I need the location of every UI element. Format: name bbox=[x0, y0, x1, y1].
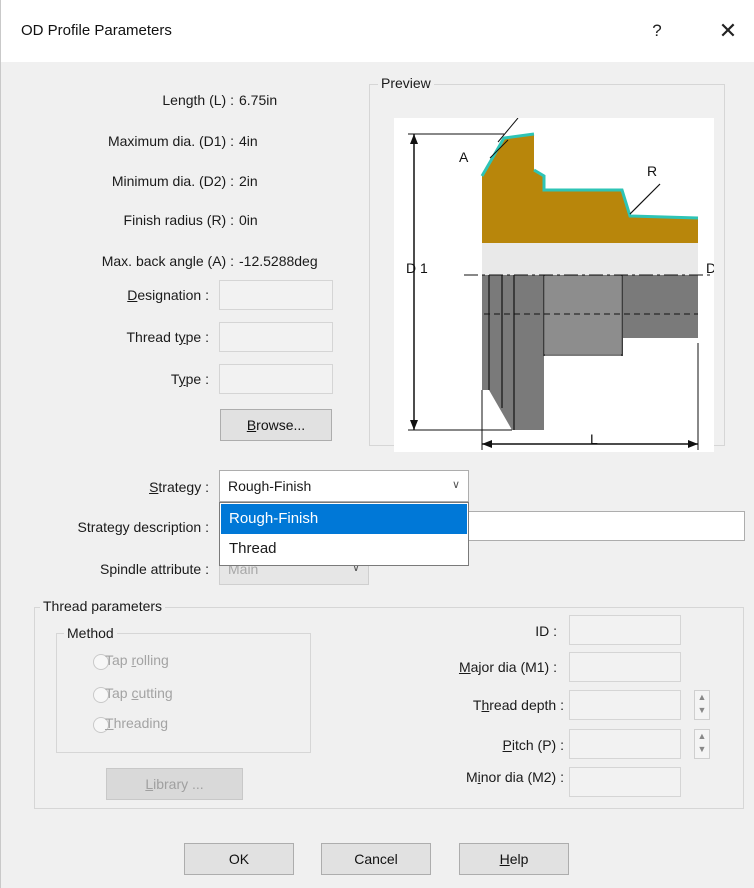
part-highlight bbox=[544, 276, 622, 354]
major-dia-label: Major dia (M1) : bbox=[458, 659, 557, 675]
profile-diagram: A R D 1 D 2 L bbox=[406, 117, 728, 450]
title-bar: OD Profile Parameters ? ✕ bbox=[1, 0, 754, 62]
length-label: Length (L) : bbox=[162, 92, 234, 108]
tap-rolling-label: Tap rolling bbox=[105, 652, 169, 668]
label-a: A bbox=[459, 149, 469, 165]
r-leader bbox=[629, 183, 661, 215]
thread-depth-label: Thread depth : bbox=[472, 697, 564, 713]
close-icon[interactable]: ✕ bbox=[713, 16, 743, 46]
pitch-spinner[interactable]: ▲ ▼ bbox=[694, 729, 710, 759]
thread-type-field[interactable] bbox=[219, 322, 333, 352]
thread-parameters-label: Thread parameters bbox=[40, 598, 166, 614]
finish-radius-value: 0in bbox=[239, 212, 258, 228]
designation-field[interactable] bbox=[219, 280, 333, 310]
preview-label: Preview bbox=[378, 75, 434, 91]
chevron-down-icon: ∨ bbox=[451, 479, 460, 491]
cancel-button[interactable]: Cancel bbox=[321, 843, 431, 875]
finish-radius-label: Finish radius (R) : bbox=[123, 212, 234, 228]
max-dia-value: 4in bbox=[239, 133, 258, 149]
browse-button[interactable]: Browse... bbox=[220, 409, 332, 441]
part-bore bbox=[482, 243, 698, 275]
id-field[interactable] bbox=[569, 615, 681, 645]
designation-label: Designation : bbox=[127, 287, 209, 303]
thread-depth-field[interactable] bbox=[569, 690, 681, 720]
id-label: ID : bbox=[535, 623, 557, 639]
label-d2: D 2 bbox=[706, 260, 714, 276]
preview-image: A R D 1 D 2 L bbox=[394, 117, 728, 452]
help-icon[interactable]: ? bbox=[644, 16, 670, 46]
ok-button[interactable]: OK bbox=[184, 843, 294, 875]
thread-depth-spinner[interactable]: ▲ ▼ bbox=[694, 690, 710, 720]
tap-cutting-label: Tap cutting bbox=[105, 685, 173, 701]
strategy-select[interactable]: Rough-Finish ∨ bbox=[219, 470, 469, 502]
strategy-description-label: Strategy description : bbox=[77, 519, 209, 535]
strategy-label: Strategy : bbox=[149, 479, 209, 495]
strategy-option-thread[interactable]: Thread bbox=[221, 534, 467, 564]
pitch-spin-up-icon[interactable]: ▲ bbox=[695, 730, 709, 743]
od-profile-dialog: OD Profile Parameters ? ✕ Length (L) : 6… bbox=[0, 0, 754, 888]
back-angle-value: -12.5288deg bbox=[239, 253, 318, 269]
pitch-field[interactable] bbox=[569, 729, 681, 759]
length-value: 6.75in bbox=[239, 92, 278, 108]
window-title: OD Profile Parameters bbox=[21, 22, 172, 39]
pitch-spin-down-icon[interactable]: ▼ bbox=[695, 743, 709, 756]
strategy-option-rough-finish[interactable]: Rough-Finish bbox=[221, 504, 467, 534]
method-label: Method bbox=[64, 625, 117, 641]
label-l: L bbox=[590, 431, 598, 447]
strategy-dropdown-list: Rough-Finish Thread bbox=[219, 502, 469, 566]
min-dia-label: Minimum dia. (D2) : bbox=[111, 173, 234, 189]
type-field[interactable] bbox=[219, 364, 333, 394]
type-label: Type : bbox=[170, 371, 209, 387]
pitch-label: Pitch (P) : bbox=[502, 737, 564, 753]
spindle-label: Spindle attribute : bbox=[100, 561, 209, 577]
label-d1: D 1 bbox=[406, 260, 428, 276]
label-r: R bbox=[647, 163, 657, 179]
min-dia-value: 2in bbox=[239, 173, 258, 189]
help-button[interactable]: Help bbox=[459, 843, 569, 875]
major-dia-field[interactable] bbox=[569, 652, 681, 682]
back-angle-label: Max. back angle (A) : bbox=[101, 253, 234, 269]
strategy-value: Rough-Finish bbox=[228, 478, 312, 494]
minor-dia-label: Minor dia (M2) : bbox=[465, 769, 564, 785]
minor-dia-field[interactable] bbox=[569, 767, 681, 797]
thread-type-label: Thread type : bbox=[126, 329, 210, 345]
spin-up-icon[interactable]: ▲ bbox=[695, 691, 709, 704]
max-dia-label: Maximum dia. (D1) : bbox=[107, 133, 234, 149]
spin-down-icon[interactable]: ▼ bbox=[695, 704, 709, 717]
library-button[interactable]: Library ... bbox=[106, 768, 243, 800]
threading-label: Threading bbox=[105, 715, 169, 731]
